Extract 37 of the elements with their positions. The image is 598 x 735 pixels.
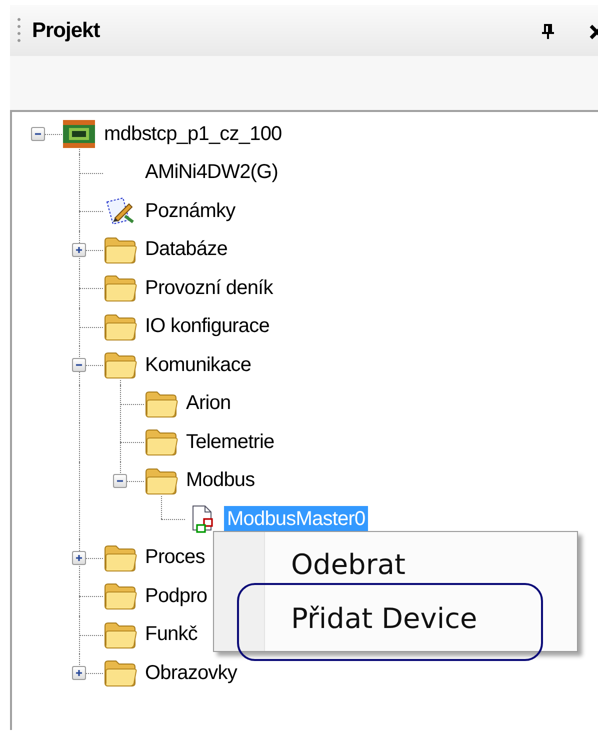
collapse-toggle[interactable]	[72, 358, 86, 372]
circuit-board-icon	[62, 119, 96, 150]
tree-item[interactable]: Provozní deník	[142, 274, 276, 302]
folder-icon	[103, 544, 137, 572]
tree-item[interactable]: Poznámky	[142, 198, 238, 225]
folder-icon	[103, 236, 137, 264]
tree-item[interactable]: Modbus	[183, 467, 258, 494]
tree-item[interactable]: IO konfigurace	[142, 313, 272, 340]
tree-item[interactable]: AMiNi4DW2(G)	[142, 159, 281, 186]
tree-item[interactable]: Funkč	[142, 621, 200, 648]
collapse-toggle[interactable]	[113, 474, 127, 488]
folder-icon	[103, 312, 137, 341]
panel-title: Projekt	[32, 18, 100, 42]
tree-item[interactable]: Arion	[183, 390, 234, 418]
pin-icon[interactable]	[541, 24, 555, 40]
plus-icon	[73, 667, 85, 679]
folder-icon	[144, 428, 178, 456]
collapse-toggle[interactable]	[31, 127, 45, 141]
menu-item[interactable]: Přidat Device	[265, 591, 561, 645]
folder-icon	[103, 582, 137, 610]
expand-toggle[interactable]	[72, 242, 86, 256]
expand-toggle[interactable]	[72, 550, 86, 564]
tree-item[interactable]: mdbstcp_p1_cz_100	[101, 120, 285, 148]
menu-item[interactable]: Odebrat	[265, 537, 561, 591]
folder-icon	[103, 620, 137, 649]
tree-item[interactable]: Telemetrie	[183, 428, 278, 456]
folder-icon	[103, 274, 137, 302]
tree-item[interactable]: Podpro	[142, 582, 210, 610]
tree-item[interactable]: Proces	[142, 544, 208, 572]
folder-icon	[144, 466, 178, 495]
expand-toggle[interactable]	[72, 666, 86, 680]
tree-item[interactable]: Obrazovky	[142, 660, 240, 687]
folder-icon	[103, 351, 137, 380]
folder-icon	[103, 659, 137, 688]
tree-item[interactable]: Databáze	[142, 236, 230, 264]
folder-icon	[144, 390, 178, 418]
tree-item[interactable]: Komunikace	[142, 352, 254, 379]
